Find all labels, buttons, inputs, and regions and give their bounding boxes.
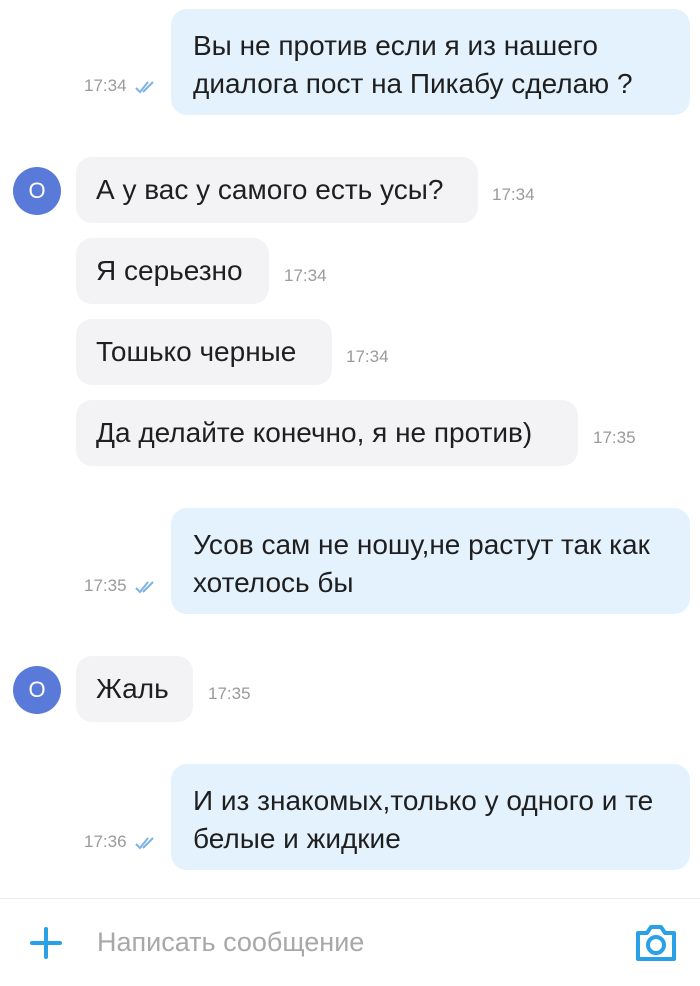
- message-time: 17:34: [492, 185, 535, 204]
- message-text: И из знакомых,только у одного и те белые…: [193, 785, 654, 854]
- message-meta: 17:35: [84, 576, 157, 596]
- message-input[interactable]: Написать сообщение: [97, 927, 364, 958]
- message-meta: 17:36: [84, 832, 157, 852]
- incoming-message[interactable]: Тошько черные: [76, 319, 332, 385]
- camera-icon[interactable]: [634, 923, 678, 963]
- incoming-message[interactable]: Да делайте конечно, я не против): [76, 400, 578, 466]
- message-text: А у вас у самого есть усы?: [96, 174, 444, 205]
- message-list: Вы не против если я из нашего диалога по…: [0, 0, 700, 898]
- avatar[interactable]: О: [13, 167, 61, 215]
- outgoing-message[interactable]: И из знакомых,только у одного и те белые…: [171, 764, 690, 870]
- message-time: 17:35: [208, 684, 251, 703]
- message-time: 17:36: [84, 832, 127, 851]
- incoming-message[interactable]: Я серьезно: [76, 238, 269, 304]
- message-meta: 17:34: [84, 76, 157, 96]
- outgoing-message[interactable]: Вы не против если я из нашего диалога по…: [171, 9, 690, 115]
- read-check-icon: [135, 80, 154, 94]
- avatar[interactable]: О: [13, 666, 61, 714]
- read-check-icon: [135, 580, 154, 594]
- message-text: Да делайте конечно, я не против): [96, 417, 533, 448]
- message-composer: Написать сообщение: [0, 898, 700, 986]
- message-text: Вы не против если я из нашего диалога по…: [193, 30, 633, 99]
- message-time: 17:34: [84, 76, 127, 95]
- incoming-message[interactable]: Жаль: [76, 656, 193, 722]
- message-text: Я серьезно: [96, 255, 243, 286]
- incoming-message[interactable]: А у вас у самого есть усы?: [76, 157, 478, 223]
- message-text: Тошько черные: [96, 336, 297, 367]
- message-time: 17:34: [346, 347, 389, 366]
- message-time: 17:34: [284, 266, 327, 285]
- message-text: Усов сам не ношу,не растут так как хотел…: [193, 529, 650, 598]
- plus-icon[interactable]: [30, 927, 62, 959]
- message-text: Жаль: [96, 673, 169, 704]
- read-check-icon: [135, 836, 154, 850]
- message-time: 17:35: [84, 576, 127, 595]
- outgoing-message[interactable]: Усов сам не ношу,не растут так как хотел…: [171, 508, 690, 614]
- message-time: 17:35: [593, 428, 636, 447]
